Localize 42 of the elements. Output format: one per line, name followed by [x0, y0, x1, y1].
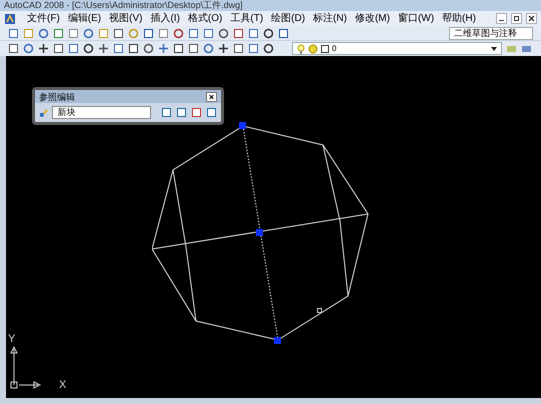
circle-icon[interactable] — [263, 43, 274, 54]
square-icon — [321, 44, 329, 52]
cross-icon[interactable] — [98, 43, 109, 54]
grip[interactable] — [274, 337, 281, 344]
cross-icon[interactable] — [38, 43, 49, 54]
close-button[interactable]: × — [206, 92, 217, 102]
menu-item[interactable]: 格式(O) — [184, 11, 226, 26]
pencil-icon — [39, 107, 50, 118]
drawing-canvas[interactable]: 参照编辑 × 新块 Y X — [0, 56, 541, 398]
menu-item[interactable]: 工具(T) — [227, 11, 266, 26]
grip[interactable] — [256, 229, 263, 236]
grip[interactable] — [317, 308, 322, 313]
y-axis-label: Y — [8, 334, 16, 345]
circle-icon[interactable] — [83, 43, 94, 54]
menu-item[interactable]: 视图(V) — [106, 11, 146, 26]
menu-item[interactable]: 编辑(E) — [64, 11, 104, 26]
x-axis-label: X — [59, 380, 66, 391]
grip[interactable] — [239, 122, 246, 129]
close-icon[interactable] — [526, 13, 537, 24]
circle-icon[interactable] — [218, 28, 229, 38]
block-name-field[interactable]: 新块 — [52, 106, 152, 119]
menu-item[interactable]: 绘图(D) — [268, 11, 308, 26]
panel-title: 参照编辑 — [39, 92, 76, 102]
circle-icon[interactable] — [263, 28, 274, 38]
layer-dropdown[interactable]: 0 — [292, 42, 502, 55]
menu-item[interactable]: 标注(N) — [310, 11, 350, 26]
circle-icon[interactable] — [143, 43, 154, 54]
app-logo-icon — [4, 12, 16, 24]
menu-item[interactable]: 窗口(W) — [394, 11, 438, 26]
lightbulb-icon — [297, 44, 305, 54]
restore-button[interactable] — [511, 13, 522, 24]
layer-name: 0 — [332, 44, 336, 54]
cross-icon[interactable] — [218, 43, 229, 54]
minimize-button[interactable] — [496, 13, 507, 24]
menu-item[interactable]: 文件(F) — [24, 11, 63, 26]
window-title: AutoCAD 2008 - [C:\Users\Administrator\Desktop\工件.dwg] — [4, 0, 243, 11]
menu-item[interactable]: 插入(I) — [147, 11, 183, 26]
workspace-dropdown[interactable]: 二维草图与注释 — [449, 26, 533, 40]
menu-item[interactable]: 帮助(H) — [439, 11, 479, 26]
dropdown-arrow-icon — [491, 46, 497, 50]
menu-item[interactable]: 修改(M) — [352, 11, 393, 26]
circle-icon[interactable] — [173, 28, 184, 38]
